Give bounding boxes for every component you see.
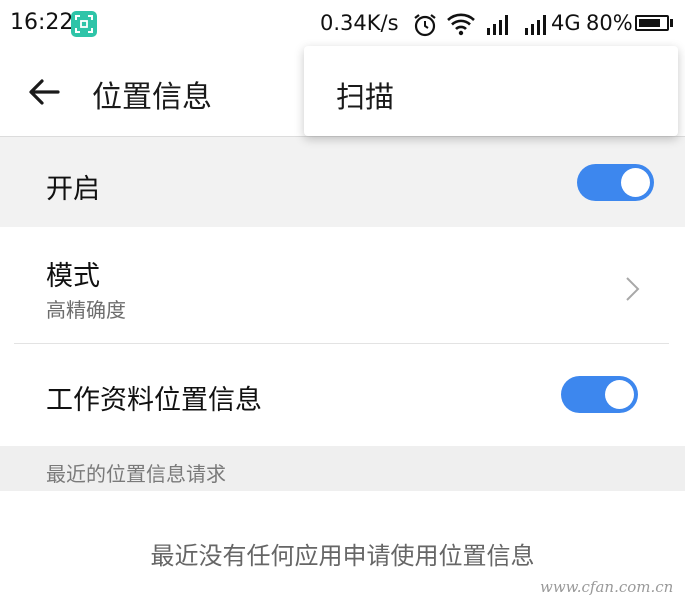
signal-icon xyxy=(525,15,546,35)
page-title: 位置信息 xyxy=(92,80,212,115)
location-enable-label: 开启 xyxy=(46,174,100,205)
overflow-menu: 扫描 xyxy=(304,46,678,136)
battery-level xyxy=(639,19,660,27)
work-profile-location-label: 工作资料位置信息 xyxy=(46,385,262,416)
work-profile-location-row: 工作资料位置信息 xyxy=(0,344,685,446)
battery-icon xyxy=(635,15,669,31)
alarm-icon xyxy=(414,14,436,37)
chevron-right-icon xyxy=(626,277,640,301)
work-profile-location-toggle[interactable] xyxy=(561,376,638,413)
mode-label: 模式 xyxy=(46,261,100,292)
status-bar: 16:22 0.34K/s 4G 80% xyxy=(0,0,685,48)
battery-tip xyxy=(670,19,673,27)
mode-value: 高精确度 xyxy=(46,298,126,322)
network-speed: 0.34K/s xyxy=(320,11,399,35)
recent-requests-header: 最近的位置信息请求 xyxy=(0,446,685,491)
recent-requests-empty-message: 最近没有任何应用申请使用位置信息 xyxy=(150,542,535,570)
toggle-knob xyxy=(605,380,634,409)
toggle-knob xyxy=(621,168,650,197)
battery-percent: 80% xyxy=(586,11,633,35)
location-enable-row: 开启 xyxy=(0,137,685,227)
location-enable-toggle[interactable] xyxy=(577,164,654,201)
mode-row[interactable]: 模式 高精确度 xyxy=(0,228,685,344)
signal-icon xyxy=(487,15,508,35)
recent-requests-header-label: 最近的位置信息请求 xyxy=(46,462,226,486)
watermark: www.cfan.com.cn xyxy=(540,578,674,596)
network-type: 4G xyxy=(551,11,581,35)
back-button[interactable] xyxy=(22,70,66,114)
arrow-left-icon xyxy=(29,79,60,105)
status-time: 16:22 xyxy=(10,10,74,35)
wifi-icon xyxy=(447,13,475,36)
screenshot-icon xyxy=(71,11,97,37)
menu-item-scan[interactable]: 扫描 xyxy=(336,74,394,116)
